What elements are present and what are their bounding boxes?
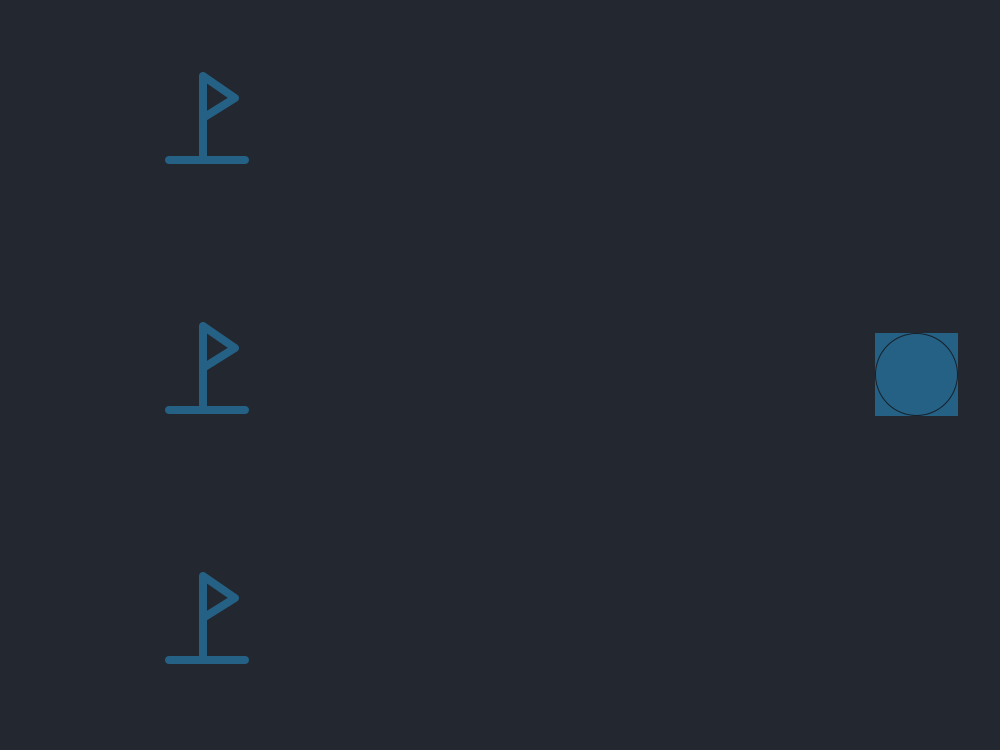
golf-flag-icon[interactable] bbox=[165, 321, 251, 417]
game-board bbox=[0, 0, 1000, 750]
ball-icon[interactable] bbox=[875, 333, 958, 416]
ball-tile[interactable] bbox=[875, 333, 958, 416]
golf-flag-icon[interactable] bbox=[165, 571, 251, 667]
golf-flag-icon[interactable] bbox=[165, 71, 251, 167]
